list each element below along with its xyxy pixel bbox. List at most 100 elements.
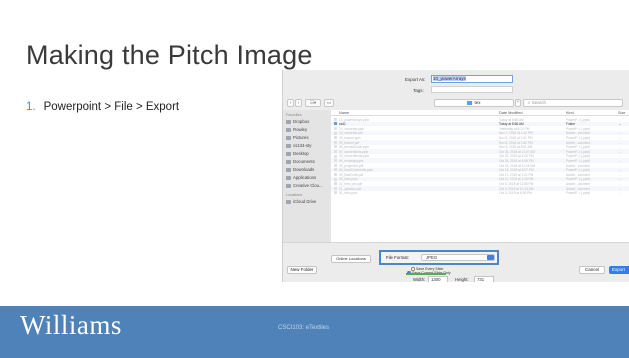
cancel-button[interactable]: Cancel (579, 266, 605, 274)
width-input[interactable]: 1300 (428, 276, 448, 282)
folder-icon (286, 168, 291, 173)
folder-selector[interactable]: tex (434, 99, 514, 107)
folder-icon (467, 101, 473, 105)
back-button[interactable]: ‹ (287, 99, 294, 107)
folder-icon (334, 122, 337, 126)
document-icon (334, 145, 337, 149)
sidebar-item[interactable]: Documents (283, 158, 331, 166)
document-icon (334, 149, 337, 153)
sidebar-item-label: Pictures (293, 135, 309, 141)
file-format-highlight: File Format: JPEG (379, 250, 499, 265)
export-options: Online Locations File Format: JPEG Save … (283, 242, 629, 282)
search-input[interactable]: ⌕ Search (523, 99, 623, 107)
favorites-list: Dropbox Rowley Pictures cs134-sty Desktop Doc… (283, 118, 331, 190)
column-size[interactable]: Size (618, 111, 625, 115)
favorites-header: Favorites (286, 113, 302, 117)
document-icon (334, 182, 337, 186)
chevron-down-icon (487, 255, 494, 260)
dialog-toolbar: ‹ › ☷▾ ▭ tex ⌃ ⌕ Search (287, 99, 627, 108)
document-icon (334, 159, 337, 163)
document-icon (334, 126, 337, 130)
export-as-input[interactable]: 10_powerArrays (431, 75, 513, 83)
folder-icon (286, 184, 291, 189)
width-label: Width: (413, 277, 426, 282)
locations-header: Locations (286, 193, 303, 197)
file-size: ... (619, 191, 622, 196)
file-list: Name Date Modified Kind Size 10_powerArr… (331, 110, 629, 242)
sidebar-item-label: Downloads (293, 167, 315, 173)
tags-input[interactable] (431, 86, 513, 93)
folder-icon (286, 176, 291, 181)
export-as-label: Export As: (405, 77, 426, 82)
search-icon: ⌕ (528, 100, 531, 105)
sidebar-item-label: cs134-sty (293, 143, 312, 149)
document-icon (334, 136, 337, 140)
course-name: CSCI103: eTextiles (278, 325, 330, 331)
sidebar-item-label: Applications (293, 175, 317, 181)
export-button[interactable]: Export (609, 266, 629, 274)
document-icon (334, 163, 337, 167)
online-locations-button[interactable]: Online Locations (331, 255, 371, 263)
document-icon (334, 131, 337, 135)
williams-logo: Williams (20, 310, 122, 340)
folder-icon (286, 128, 291, 133)
document-icon (334, 177, 337, 181)
search-placeholder: Search (531, 100, 547, 105)
current-slide-underline (406, 273, 446, 275)
sidebar-item[interactable]: Dropbox (283, 118, 331, 126)
export-as-value: 10_powerArrays (433, 76, 466, 81)
sidebar-item-label: Dropbox (293, 119, 310, 125)
height-input[interactable]: 731 (474, 276, 494, 282)
column-date[interactable]: Date Modified (499, 111, 522, 115)
file-format-label: File Format: (386, 255, 409, 260)
view-mode-button[interactable]: ☷▾ (305, 99, 321, 107)
file-kind: PowerP...t (.pptx) (566, 191, 591, 196)
bullet-text: Powerpoint > File > Export (43, 101, 180, 113)
folder-icon (286, 136, 291, 141)
finder-sidebar: Favorites Dropbox Rowley Pictures cs134-sty… (283, 110, 331, 242)
folder-icon (286, 152, 291, 157)
sidebar-item-label: Creative Clou... (293, 183, 323, 189)
footer-bar: Williams CSCI103: eTextiles (0, 306, 629, 358)
bullet-number: 1. (26, 101, 36, 113)
document-icon (334, 117, 337, 121)
folder-name: tex (474, 100, 481, 105)
expand-button[interactable]: ⌃ (515, 99, 521, 107)
locations-list: iCloud Drive (283, 198, 331, 206)
document-icon (334, 154, 337, 158)
sidebar-item[interactable]: Applications (283, 174, 331, 182)
file-name: 01_intro.pptx (339, 191, 358, 196)
folder-icon (286, 120, 291, 125)
bullet-item: 1. Powerpoint > File > Export (26, 101, 179, 113)
sidebar-item[interactable]: Pictures (283, 134, 331, 142)
tags-label: Tags: (413, 88, 424, 93)
sidebar-item[interactable]: Creative Clou... (283, 182, 331, 190)
folder-icon (286, 160, 291, 165)
column-name[interactable]: Name (339, 111, 349, 115)
sidebar-item[interactable]: cs134-sty (283, 142, 331, 150)
sidebar-item-label: Rowley (293, 127, 308, 133)
sidebar-item[interactable]: Desktop (283, 150, 331, 158)
document-icon (334, 168, 337, 172)
document-icon (334, 186, 337, 190)
sidebar-item-label: Documents (293, 159, 315, 165)
slide-title: Making the Pitch Image (26, 40, 313, 70)
document-icon (334, 140, 337, 144)
forward-button[interactable]: › (295, 99, 302, 107)
file-row[interactable]: 01_intro.pptx Oct 3, 2018 at 8:28 PM Power… (331, 191, 629, 196)
sidebar-item-label: Desktop (293, 151, 309, 157)
file-format-select[interactable]: JPEG (421, 254, 495, 261)
file-format-value: JPEG (426, 255, 438, 260)
new-folder-button[interactable]: New Folder (287, 266, 317, 274)
sidebar-item[interactable]: iCloud Drive (283, 198, 331, 206)
document-icon (334, 172, 337, 176)
sidebar-item[interactable]: Downloads (283, 166, 331, 174)
sidebar-item[interactable]: Rowley (283, 126, 331, 134)
document-icon (334, 191, 337, 195)
folder-icon (286, 200, 291, 205)
height-label: Height: (455, 277, 469, 282)
sidebar-item-label: iCloud Drive (293, 199, 317, 205)
export-dialog: Export As: 10_powerArrays Tags: ‹ › ☷▾ ▭… (282, 70, 629, 282)
group-button[interactable]: ▭ (324, 99, 334, 107)
column-kind[interactable]: Kind (566, 111, 574, 115)
